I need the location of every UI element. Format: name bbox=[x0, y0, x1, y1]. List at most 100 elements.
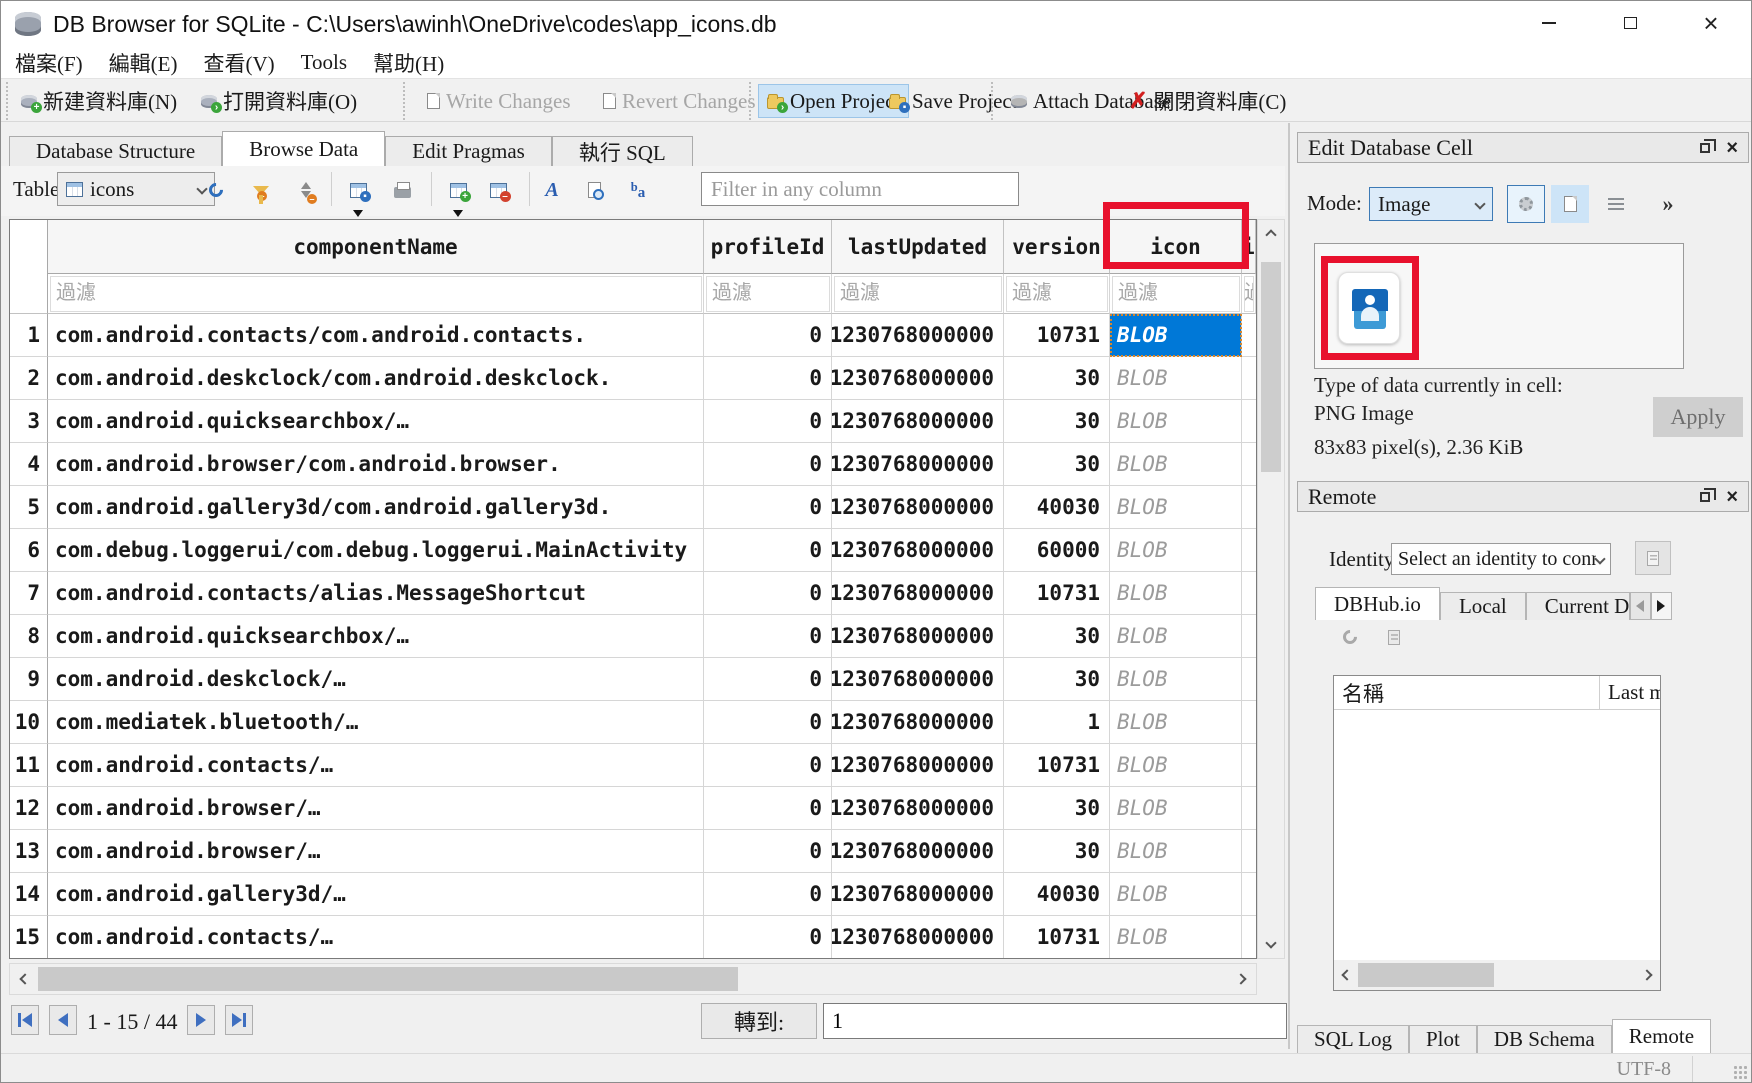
grid-corner-cell[interactable] bbox=[10, 220, 48, 314]
scroll-left-arrow[interactable] bbox=[12, 966, 38, 992]
lastUpdated-cell[interactable]: 1230768000000 bbox=[832, 314, 1004, 357]
lastUpdated-cell[interactable]: 1230768000000 bbox=[832, 357, 1004, 400]
remote-tab-local[interactable]: Local bbox=[1440, 592, 1526, 620]
filter-icon-input[interactable] bbox=[1110, 274, 1242, 314]
profileId-cell[interactable]: 0 bbox=[704, 486, 832, 529]
row-number-cell[interactable]: 2 bbox=[10, 357, 48, 400]
scroll-up-arrow[interactable] bbox=[1258, 222, 1284, 248]
column-header-profileId[interactable]: profileId bbox=[704, 220, 832, 274]
tab-browse-data[interactable]: Browse Data bbox=[222, 131, 385, 166]
grid-vertical-scrollbar[interactable] bbox=[1257, 219, 1285, 959]
menu-tools[interactable]: Tools bbox=[301, 50, 347, 75]
dock-tab-remote[interactable]: Remote bbox=[1612, 1019, 1711, 1053]
column-header-version[interactable]: version bbox=[1004, 220, 1110, 274]
menu-help[interactable]: 幫助(H) bbox=[373, 48, 444, 78]
tab-edit-pragmas[interactable]: Edit Pragmas bbox=[385, 136, 552, 166]
icon-blob-cell[interactable]: BLOB bbox=[1110, 658, 1242, 701]
row-number-cell[interactable]: 6 bbox=[10, 529, 48, 572]
icon-blob-cell[interactable]: BLOB bbox=[1110, 615, 1242, 658]
version-cell[interactable]: 30 bbox=[1004, 658, 1110, 701]
componentName-cell[interactable]: com.android.contacts/… bbox=[48, 744, 704, 787]
version-cell[interactable]: 30 bbox=[1004, 400, 1110, 443]
row-number-cell[interactable]: 7 bbox=[10, 572, 48, 615]
row-number-cell[interactable]: 15 bbox=[10, 916, 48, 959]
partial-column-cell[interactable] bbox=[1242, 744, 1256, 787]
version-cell[interactable]: 30 bbox=[1004, 443, 1110, 486]
version-cell[interactable]: 10731 bbox=[1004, 572, 1110, 615]
lastUpdated-cell[interactable]: 1230768000000 bbox=[832, 744, 1004, 787]
close-panel-icon[interactable]: × bbox=[1726, 487, 1738, 507]
vertical-scroll-thumb[interactable] bbox=[1261, 262, 1281, 472]
icon-blob-cell[interactable]: BLOB bbox=[1110, 529, 1242, 572]
partial-column-cell[interactable] bbox=[1242, 701, 1256, 744]
partial-column-cell[interactable] bbox=[1242, 873, 1256, 916]
icon-blob-cell[interactable]: BLOB bbox=[1110, 572, 1242, 615]
partial-column-cell[interactable] bbox=[1242, 572, 1256, 615]
insert-record-button[interactable]: + bbox=[443, 176, 473, 204]
row-number-cell[interactable]: 12 bbox=[10, 787, 48, 830]
menu-view[interactable]: 查看(V) bbox=[204, 48, 275, 78]
partial-column-cell[interactable] bbox=[1242, 443, 1256, 486]
column-header-componentName[interactable]: componentName bbox=[48, 220, 704, 274]
icon-blob-cell[interactable]: BLOB bbox=[1110, 314, 1242, 357]
row-number-cell[interactable]: 5 bbox=[10, 486, 48, 529]
close-database-button[interactable]: ✗ 關閉資料庫(C) bbox=[1121, 84, 1294, 118]
previous-page-button[interactable] bbox=[49, 1005, 77, 1035]
partial-column-cell[interactable] bbox=[1242, 314, 1256, 357]
icon-blob-cell[interactable]: BLOB bbox=[1110, 787, 1242, 830]
version-cell[interactable]: 10731 bbox=[1004, 916, 1110, 959]
open-database-button[interactable]: › 打開資料庫(O) bbox=[193, 84, 365, 118]
tab-scroll-left-button[interactable] bbox=[1630, 592, 1651, 620]
dock-tab-db-schema[interactable]: DB Schema bbox=[1477, 1025, 1612, 1053]
componentName-cell[interactable]: com.android.browser/com.android.browser. bbox=[48, 443, 704, 486]
clear-sorting-button[interactable]: – bbox=[291, 176, 321, 204]
lastUpdated-cell[interactable]: 1230768000000 bbox=[832, 658, 1004, 701]
profileId-cell[interactable]: 0 bbox=[704, 314, 832, 357]
insert-record-dropdown-caret[interactable] bbox=[453, 210, 463, 217]
goto-record-input[interactable] bbox=[823, 1003, 1287, 1039]
remote-horizontal-scrollbar[interactable] bbox=[1334, 960, 1660, 990]
maximize-button[interactable] bbox=[1599, 1, 1661, 45]
close-panel-icon[interactable]: × bbox=[1726, 138, 1738, 158]
icon-blob-cell[interactable]: BLOB bbox=[1110, 701, 1242, 744]
componentName-cell[interactable]: com.android.contacts/com.android.contact… bbox=[48, 314, 704, 357]
profileId-cell[interactable]: 0 bbox=[704, 400, 832, 443]
lastUpdated-cell[interactable]: 1230768000000 bbox=[832, 529, 1004, 572]
componentName-cell[interactable]: com.android.quicksearchbox/… bbox=[48, 615, 704, 658]
componentName-cell[interactable]: com.android.contacts/alias.MessageShortc… bbox=[48, 572, 704, 615]
remote-name-column-header[interactable]: 名稱 bbox=[1334, 676, 1600, 709]
filter-any-column-input[interactable] bbox=[701, 172, 1019, 206]
save-table-dropdown-caret[interactable] bbox=[353, 210, 363, 217]
row-number-cell[interactable]: 9 bbox=[10, 658, 48, 701]
icon-blob-cell[interactable]: BLOB bbox=[1110, 486, 1242, 529]
partial-column-cell[interactable] bbox=[1242, 916, 1256, 959]
remote-clone-database-button[interactable] bbox=[1379, 623, 1409, 651]
lastUpdated-cell[interactable]: 1230768000000 bbox=[832, 701, 1004, 744]
version-cell[interactable]: 1 bbox=[1004, 701, 1110, 744]
icon-blob-cell[interactable]: BLOB bbox=[1110, 916, 1242, 959]
profileId-cell[interactable]: 0 bbox=[704, 658, 832, 701]
icon-blob-cell[interactable]: BLOB bbox=[1110, 400, 1242, 443]
lastUpdated-cell[interactable]: 1230768000000 bbox=[832, 572, 1004, 615]
lastUpdated-cell[interactable]: 1230768000000 bbox=[832, 916, 1004, 959]
profileId-cell[interactable]: 0 bbox=[704, 701, 832, 744]
version-cell[interactable]: 60000 bbox=[1004, 529, 1110, 572]
partial-column-cell[interactable] bbox=[1242, 400, 1256, 443]
mode-select[interactable]: Image bbox=[1369, 187, 1493, 221]
remote-refresh-button[interactable] bbox=[1335, 623, 1365, 651]
row-number-cell[interactable]: 4 bbox=[10, 443, 48, 486]
row-number-cell[interactable]: 10 bbox=[10, 701, 48, 744]
print-button[interactable] bbox=[387, 176, 417, 204]
scroll-down-arrow[interactable] bbox=[1258, 930, 1284, 956]
icon-blob-cell[interactable]: BLOB bbox=[1110, 830, 1242, 873]
version-cell[interactable]: 30 bbox=[1004, 615, 1110, 658]
lastUpdated-cell[interactable]: 1230768000000 bbox=[832, 486, 1004, 529]
partial-column-cell[interactable] bbox=[1242, 357, 1256, 400]
horizontal-scroll-thumb[interactable] bbox=[38, 967, 738, 991]
close-window-button[interactable]: × bbox=[1680, 1, 1742, 45]
lastUpdated-cell[interactable]: 1230768000000 bbox=[832, 873, 1004, 916]
remote-tab-current-database[interactable]: Current Dat bbox=[1526, 592, 1630, 620]
icon-blob-cell[interactable]: BLOB bbox=[1110, 357, 1242, 400]
partial-column-cell[interactable] bbox=[1242, 658, 1256, 701]
encoding-label[interactable]: UTF-8 bbox=[1617, 1058, 1671, 1081]
